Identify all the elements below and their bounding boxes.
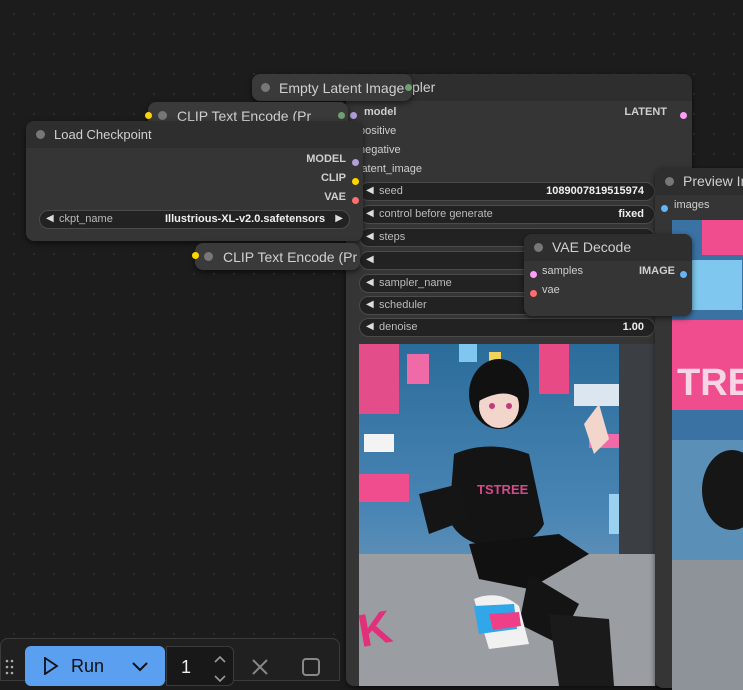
batch-count-input[interactable]: 1	[166, 646, 234, 686]
empty-latent-image-node[interactable]: Empty Latent Image	[252, 74, 412, 101]
output-vae: VAE	[324, 191, 346, 203]
preview-title-bar[interactable]: Preview Im	[655, 168, 743, 195]
anime-girl-image: K TSTREE	[359, 344, 655, 686]
node-status-dot	[204, 252, 213, 261]
input-model: model	[364, 106, 397, 118]
ksampler-title: pler	[412, 79, 436, 95]
output-latent: LATENT	[624, 106, 667, 118]
model-output-dot[interactable]	[352, 159, 359, 166]
vae-input-dot[interactable]	[530, 290, 537, 297]
node-status-dot	[665, 177, 674, 186]
load-checkpoint-node[interactable]: Load Checkpoint MODEL CLIP VAE ◀ ckpt_na…	[26, 121, 363, 241]
input-vae: vae	[542, 284, 560, 296]
vae-decode-title: VAE Decode	[552, 239, 632, 255]
preview-title: Preview Im	[683, 173, 743, 189]
preview-neon-text: TRE	[677, 362, 743, 404]
load-checkpoint-title: Load Checkpoint	[54, 127, 152, 142]
previous-icon[interactable]: ◀	[46, 213, 54, 224]
input-samples: samples	[542, 265, 583, 277]
input-latent-image: latent_image	[359, 163, 422, 175]
latent-output-dot[interactable]	[680, 112, 687, 119]
next-icon[interactable]: ▶	[335, 213, 343, 224]
empty-latent-title: Empty Latent Image	[279, 80, 405, 96]
decrement-icon[interactable]: ◀	[366, 277, 374, 288]
decrement-icon[interactable]: ◀	[366, 208, 374, 219]
control-before-generate-widget[interactable]: ◀ control before generate fixed	[359, 205, 655, 224]
clip-output-dot[interactable]	[352, 178, 359, 185]
clip-bottom-title: CLIP Text Encode (Pr	[223, 249, 358, 265]
image-output-dot[interactable]	[680, 271, 687, 278]
chevron-up-icon[interactable]	[213, 651, 227, 669]
node-status-dot	[36, 130, 45, 139]
stop-icon[interactable]	[301, 657, 321, 682]
run-label: Run	[71, 656, 105, 676]
decrement-icon[interactable]: ◀	[366, 299, 374, 310]
drag-handle-icon[interactable]	[5, 659, 15, 675]
input-images: images	[674, 199, 710, 211]
node-status-dot	[261, 83, 270, 92]
output-image: IMAGE	[638, 265, 675, 277]
clip-text-encode-bottom-node[interactable]: CLIP Text Encode (Pr	[192, 243, 360, 270]
chevron-down-icon[interactable]	[213, 671, 227, 689]
node-status-dot	[158, 111, 167, 120]
node-status-dot	[534, 243, 543, 252]
queue-toolbar: Run 1	[0, 638, 340, 686]
images-input-dot[interactable]	[661, 205, 668, 212]
output-clip: CLIP	[320, 172, 346, 184]
decrement-icon[interactable]: ◀	[366, 231, 374, 242]
decrement-icon[interactable]: ◀	[366, 321, 374, 332]
samples-input-dot[interactable]	[530, 271, 537, 278]
conditioning-output-dot[interactable]	[338, 112, 345, 119]
play-icon	[43, 656, 59, 680]
decrement-icon[interactable]: ◀	[366, 185, 374, 196]
vae-output-dot[interactable]	[352, 197, 359, 204]
shirt-text: TSTREE	[477, 482, 529, 497]
generated-image-preview[interactable]: K TSTREE	[359, 344, 655, 686]
latent-output-dot[interactable]	[405, 84, 412, 91]
load-checkpoint-title-bar[interactable]: Load Checkpoint	[26, 121, 363, 148]
ckpt-name-widget[interactable]: ◀ ckpt_name Illustrious-XL-v2.0.safetens…	[39, 210, 350, 229]
input-positive: positive	[359, 125, 397, 137]
output-model: MODEL	[306, 153, 346, 165]
ksampler-node[interactable]: pler LATENT model positive negative late…	[346, 74, 692, 686]
vae-decode-node[interactable]: VAE Decode samples vae IMAGE	[524, 234, 692, 316]
batch-count-value: 1	[181, 657, 192, 677]
vae-decode-title-bar[interactable]: VAE Decode	[524, 234, 692, 261]
seed-widget[interactable]: ◀ seed 1089007819515974	[359, 182, 655, 201]
close-icon[interactable]	[250, 657, 270, 682]
clip-input-dot[interactable]	[192, 252, 199, 259]
model-input-dot[interactable]	[350, 112, 357, 119]
chevron-down-icon	[132, 662, 148, 672]
clip-input-dot[interactable]	[145, 112, 152, 119]
input-negative: negative	[359, 144, 401, 156]
run-mode-dropdown[interactable]	[131, 660, 149, 678]
decrement-icon[interactable]: ◀	[366, 254, 374, 265]
run-button[interactable]: Run	[25, 646, 165, 686]
denoise-widget[interactable]: ◀ denoise 1.00	[359, 318, 655, 337]
